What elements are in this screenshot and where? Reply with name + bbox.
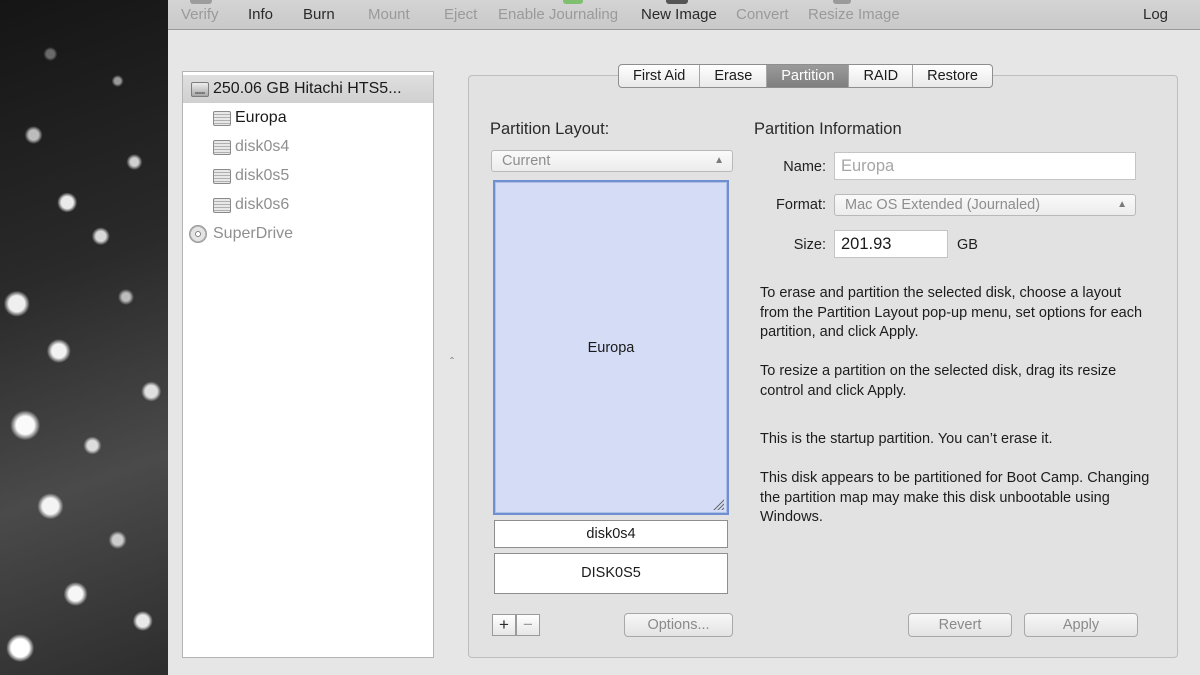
new-image-icon: [666, 0, 688, 4]
revert-button[interactable]: Revert: [908, 613, 1012, 637]
resize-image-button[interactable]: Resize Image: [808, 6, 900, 23]
log-button[interactable]: Log: [1143, 6, 1168, 23]
tab-partition[interactable]: Partition: [767, 65, 850, 87]
startup-notice-paragraph: This is the startup partition. You can’t…: [760, 431, 1053, 447]
tab-restore[interactable]: Restore: [913, 65, 992, 87]
sidebar-item-label: SuperDrive: [213, 225, 294, 242]
sidebar-item-disk0s5[interactable]: disk0s5: [183, 162, 433, 190]
sidebar-item-disk0s6[interactable]: disk0s6: [183, 191, 433, 219]
tab-bar: First Aid Erase Partition RAID Restore: [618, 64, 993, 88]
tab-first-aid[interactable]: First Aid: [619, 65, 701, 87]
instructions-paragraph: To erase and partition the selected disk…: [760, 285, 1143, 340]
popup-arrows-icon: ▲: [1117, 199, 1127, 210]
partition-map-label: Europa: [587, 340, 635, 356]
verify-icon: [190, 0, 212, 4]
popup-value: Current: [502, 153, 551, 169]
name-field[interactable]: Europa: [834, 152, 1136, 180]
resize-image-icon: [833, 0, 851, 4]
format-label: Format:: [776, 197, 826, 213]
optical-disc-icon: [189, 225, 207, 243]
volume-icon: [213, 198, 231, 213]
desktop-background: [0, 0, 168, 675]
device-sidebar: 250.06 GB Hitachi HTS5... Europa disk0s4…: [182, 71, 434, 658]
enable-journaling-button[interactable]: Enable Journaling: [498, 6, 618, 23]
partition-layout-popup[interactable]: Current ▲: [491, 150, 733, 172]
sidebar-item-disk[interactable]: 250.06 GB Hitachi HTS5...: [183, 75, 433, 103]
sidebar-item-disk0s4[interactable]: disk0s4: [183, 133, 433, 161]
sidebar-item-europa[interactable]: Europa: [183, 104, 433, 132]
partition-map-disk0s4[interactable]: disk0s4: [494, 520, 728, 548]
mount-button[interactable]: Mount: [368, 6, 410, 23]
format-popup[interactable]: Mac OS Extended (Journaled) ▲: [834, 194, 1136, 216]
resize-grip-icon[interactable]: [712, 498, 724, 510]
apply-button[interactable]: Apply: [1024, 613, 1138, 637]
options-button[interactable]: Options...: [624, 613, 733, 637]
size-label: Size:: [793, 237, 826, 253]
new-image-button[interactable]: New Image: [641, 6, 717, 23]
partition-map-europa[interactable]: Europa: [493, 180, 729, 515]
size-unit: GB: [957, 237, 978, 253]
convert-button[interactable]: Convert: [736, 6, 789, 23]
enable-journaling-icon: [563, 0, 583, 4]
size-field[interactable]: 201.93: [834, 230, 948, 258]
volume-icon: [213, 169, 231, 184]
tab-raid[interactable]: RAID: [849, 65, 914, 87]
volume-icon: [213, 140, 231, 155]
popup-value: Mac OS Extended (Journaled): [845, 197, 1041, 213]
tab-erase[interactable]: Erase: [700, 65, 768, 87]
sidebar-item-label: disk0s5: [235, 167, 290, 184]
hard-disk-icon: [191, 82, 209, 97]
boot-camp-warning-paragraph: This disk appears to be partitioned for …: [760, 470, 1150, 525]
info-button[interactable]: Info: [248, 6, 273, 23]
sidebar-item-label: disk0s4: [235, 138, 290, 155]
name-label: Name:: [783, 159, 826, 175]
burn-button[interactable]: Burn: [303, 6, 335, 23]
partition-information-heading: Partition Information: [754, 120, 902, 138]
toolbar: Verify Info Burn Mount Eject Enable Jour…: [168, 0, 1200, 30]
sidebar-item-label: Europa: [235, 109, 287, 126]
popup-arrows-icon: ▲: [714, 155, 724, 166]
sidebar-item-label: disk0s6: [235, 196, 290, 213]
sidebar-item-label: 250.06 GB Hitachi HTS5...: [213, 80, 402, 97]
verify-button[interactable]: Verify: [181, 6, 219, 23]
add-partition-button[interactable]: +: [492, 614, 516, 636]
resize-instructions-paragraph: To resize a partition on the selected di…: [760, 363, 1117, 399]
remove-partition-button[interactable]: −: [516, 614, 540, 636]
partition-map-disk0s5[interactable]: DISK0S5: [494, 553, 728, 594]
sidebar-item-superdrive[interactable]: SuperDrive: [183, 220, 433, 248]
volume-icon: [213, 111, 231, 126]
splitter-handle-icon[interactable]: ˆ: [446, 355, 458, 371]
disk-utility-window: Verify Info Burn Mount Eject Enable Jour…: [168, 0, 1200, 675]
eject-button[interactable]: Eject: [444, 6, 477, 23]
partition-layout-heading: Partition Layout:: [490, 120, 610, 138]
